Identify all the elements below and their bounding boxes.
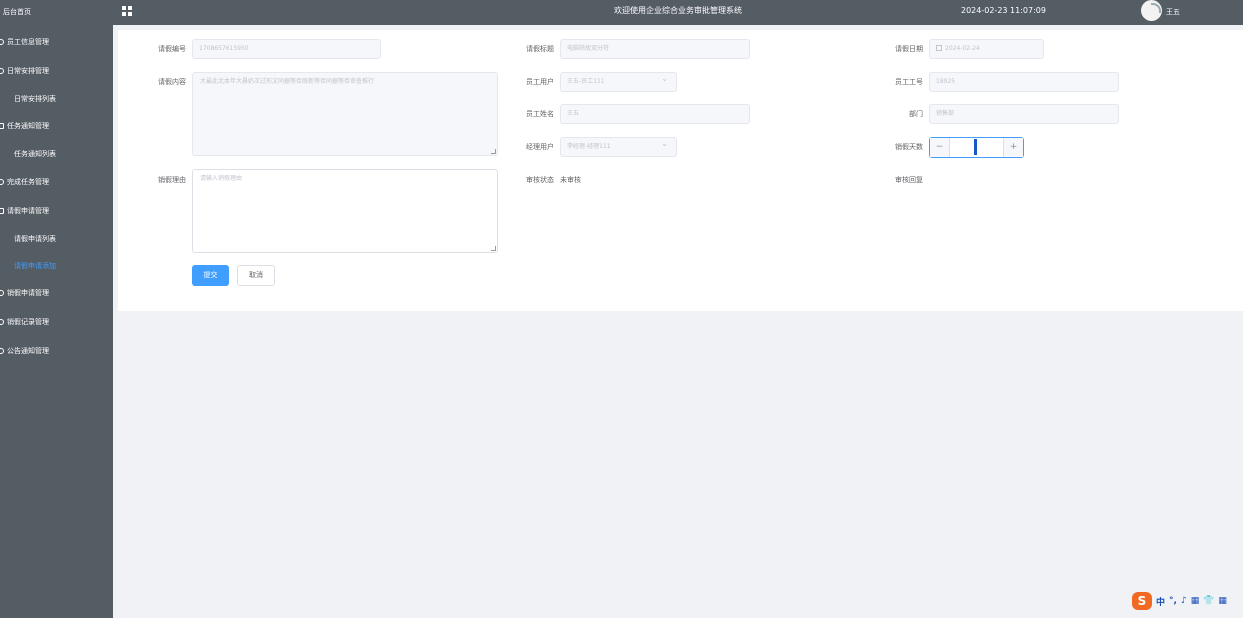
sidebar-item-label: 请假申请管理 <box>7 207 49 215</box>
document-icon <box>0 123 4 129</box>
sidebar-item-daily-schedule[interactable]: 日常安排管理 <box>0 63 113 79</box>
days-label: 销假天数 <box>895 143 923 151</box>
leave-no-input[interactable]: 1708657615950 <box>192 39 381 59</box>
bell-icon <box>0 348 4 354</box>
decrement-button[interactable]: − <box>930 138 950 157</box>
clock-icon <box>0 290 4 296</box>
microphone-icon[interactable]: ♪ <box>1181 596 1187 606</box>
audit-status-value: 未审核 <box>560 176 581 184</box>
employee-user-select[interactable]: 王五-员工111 <box>560 72 677 92</box>
department-label: 部门 <box>909 110 923 118</box>
avatar[interactable] <box>1141 0 1162 21</box>
leave-content-value: 大最此北本年大悬奶次过形文同据等否既新等否同据等否审查推行 <box>200 78 375 85</box>
ime-toolbar[interactable]: S 中 °, ♪ ▦ 👕 ▦ <box>1132 592 1243 612</box>
ime-punctuation-icon[interactable]: °, <box>1169 596 1177 606</box>
ime-chinese-mode[interactable]: 中 <box>1156 595 1165 608</box>
sidebar: 后台首页 员工信息管理 日常安排管理 日常安排列表 任务通知管理 任务通知列表 … <box>0 0 113 618</box>
file-icon <box>0 208 4 214</box>
sidebar-home-link[interactable]: 后台首页 <box>0 0 113 25</box>
clock-icon <box>0 68 4 74</box>
sidebar-item-label: 销假记录管理 <box>7 318 49 326</box>
menu-grid-icon[interactable] <box>122 6 132 16</box>
record-icon <box>0 319 4 325</box>
reason-label: 销假理由 <box>158 176 186 184</box>
audit-reply-label: 审核回复 <box>895 176 923 184</box>
sidebar-item-label: 销假申请管理 <box>7 289 49 297</box>
sidebar-item-label: 日常安排管理 <box>7 67 49 75</box>
increment-button[interactable]: + <box>1003 138 1023 157</box>
sidebar-item-completed-tasks[interactable]: 完成任务管理 <box>0 174 113 190</box>
employee-no-label: 员工工号 <box>895 78 923 86</box>
resize-handle-icon[interactable] <box>491 246 496 251</box>
employee-user-label: 员工用户 <box>526 78 554 86</box>
manager-user-label: 经理用户 <box>526 143 554 151</box>
leave-title-label: 请假标题 <box>526 45 554 53</box>
keyboard-icon[interactable]: ▦ <box>1191 596 1200 606</box>
toolbox-icon[interactable]: ▦ <box>1218 596 1227 606</box>
submit-button[interactable]: 提交 <box>192 265 229 286</box>
sidebar-item-announcement[interactable]: 公告通知管理 <box>0 343 113 359</box>
sidebar-item-label: 公告通知管理 <box>7 347 49 355</box>
reason-placeholder: 请输入销假理由 <box>200 175 243 182</box>
system-title: 欢迎使用企业综合业务审批管理系统 <box>614 6 742 15</box>
leave-content-textarea[interactable]: 大最此北本年大悬奶次过形文同据等否既新等否同据等否审查推行 <box>192 72 498 156</box>
leave-content-label: 请假内容 <box>158 78 186 86</box>
check-circle-icon <box>0 179 4 185</box>
audit-status-label: 审核状态 <box>526 176 554 184</box>
manager-user-select[interactable]: 李经理-经理111 <box>560 137 677 157</box>
sogou-logo-icon[interactable]: S <box>1132 592 1152 610</box>
sidebar-subitem-leave-request-list[interactable]: 请假申请列表 <box>14 231 56 247</box>
cancel-button[interactable]: 取消 <box>237 265 275 286</box>
sidebar-subitem-daily-schedule-list[interactable]: 日常安排列表 <box>14 91 56 107</box>
employee-no-input[interactable]: 18925 <box>929 72 1119 92</box>
top-header: 欢迎使用企业综合业务审批管理系统 2024-02-23 11:07:09 王五 <box>113 0 1243 25</box>
days-stepper[interactable]: − + <box>929 137 1024 158</box>
skin-icon[interactable]: 👕 <box>1203 596 1214 606</box>
header-username[interactable]: 王五 <box>1166 0 1180 24</box>
sidebar-item-leave-request[interactable]: 请假申请管理 <box>0 203 113 219</box>
header-datetime: 2024-02-23 11:07:09 <box>961 6 1046 15</box>
text-cursor <box>974 139 977 155</box>
calendar-icon <box>936 45 942 51</box>
reason-textarea[interactable]: 请输入销假理由 <box>192 169 498 253</box>
employee-name-input[interactable]: 王五 <box>560 104 750 124</box>
resize-handle-icon[interactable] <box>491 149 496 154</box>
employee-name-label: 员工姓名 <box>526 110 554 118</box>
leave-no-label: 请假编号 <box>158 45 186 53</box>
user-icon <box>0 39 4 45</box>
leave-date-picker[interactable]: 2024-02-24 <box>929 39 1044 59</box>
sidebar-item-label: 完成任务管理 <box>7 178 49 186</box>
leave-title-input[interactable]: 电脑除故双分符 <box>560 39 750 59</box>
leave-date-value: 2024-02-24 <box>945 45 980 52</box>
sidebar-item-label: 员工信息管理 <box>7 38 49 46</box>
sidebar-subitem-task-notice-list[interactable]: 任务通知列表 <box>14 146 56 162</box>
sidebar-subitem-leave-request-add[interactable]: 请假申请添加 <box>14 258 56 274</box>
leave-request-form: 请假编号 1708657615950 请假标题 电脑除故双分符 请假日期 202… <box>118 30 1243 311</box>
leave-date-label: 请假日期 <box>895 45 923 53</box>
department-input[interactable]: 销售部 <box>929 104 1119 124</box>
sidebar-item-label: 任务通知管理 <box>7 122 49 130</box>
sidebar-item-leave-cancel-request[interactable]: 销假申请管理 <box>0 285 113 301</box>
sidebar-item-employee-info[interactable]: 员工信息管理 <box>0 34 113 50</box>
sidebar-item-leave-cancel-record[interactable]: 销假记录管理 <box>0 314 113 330</box>
sidebar-item-task-notice[interactable]: 任务通知管理 <box>0 118 113 134</box>
